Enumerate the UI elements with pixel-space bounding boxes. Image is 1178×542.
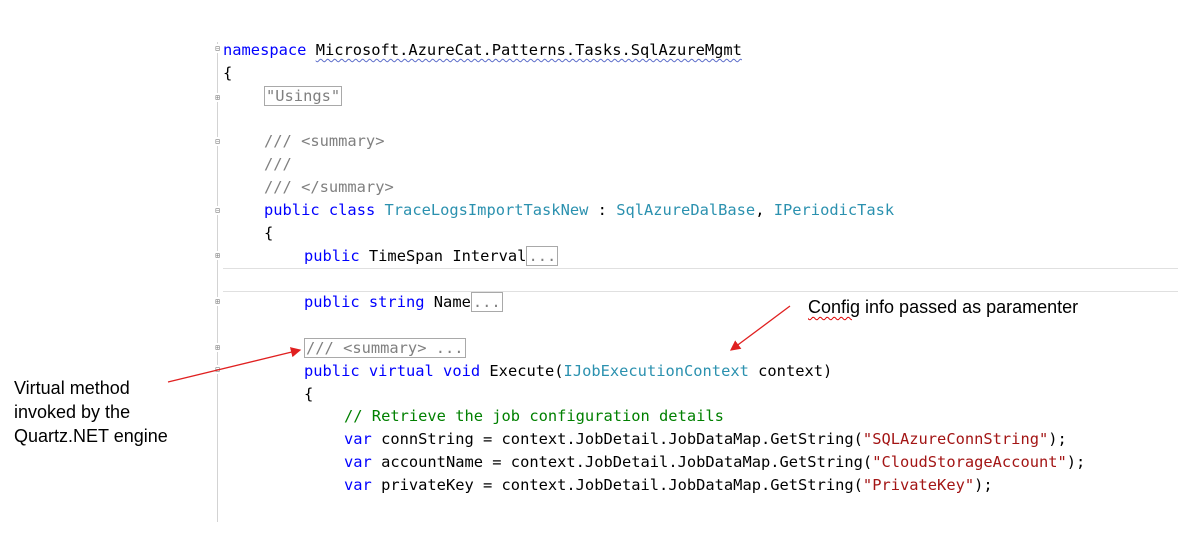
arrow-to-context-param (729, 305, 791, 351)
annotation-arrows (167, 305, 791, 383)
arrow-to-execute (167, 347, 302, 383)
